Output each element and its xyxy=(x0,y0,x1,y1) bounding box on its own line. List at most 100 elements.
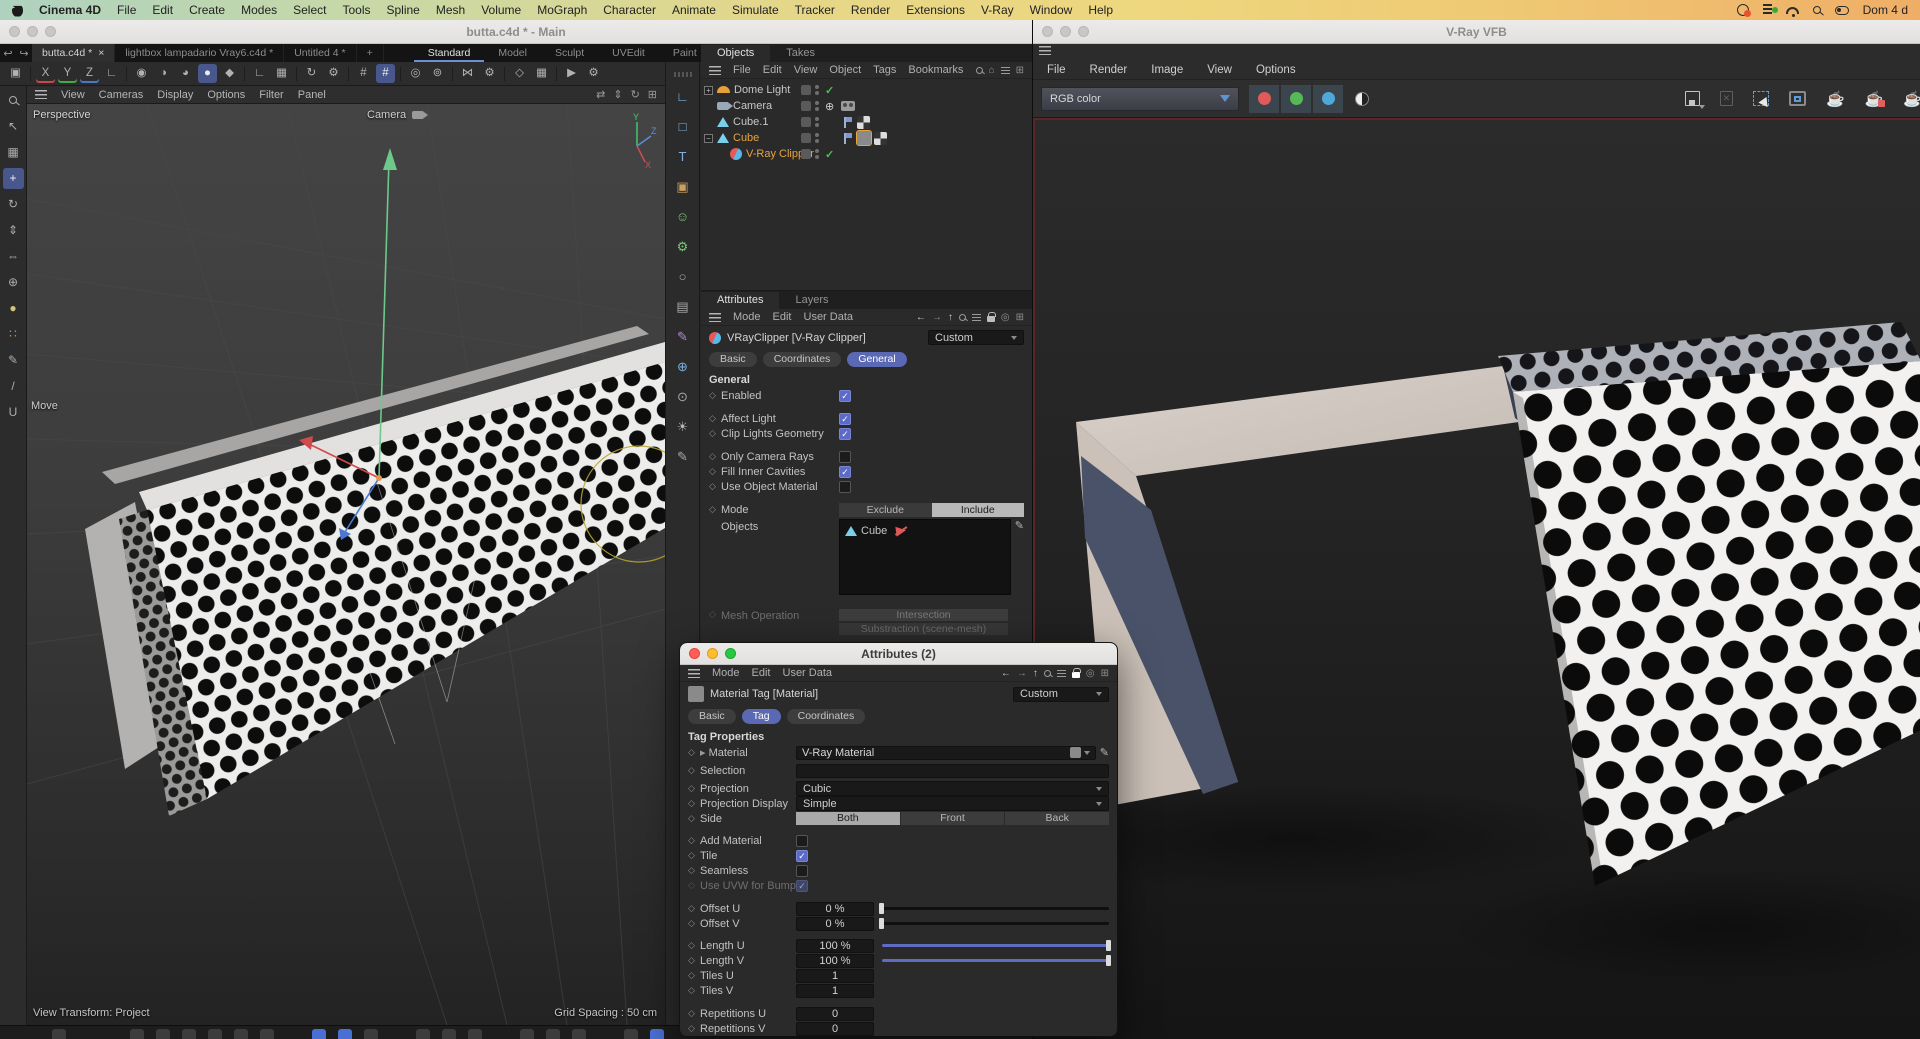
attr2-title-bar[interactable]: Attributes (2) xyxy=(680,643,1117,665)
phong-tag-icon[interactable] xyxy=(841,132,854,145)
projection-display-dropdown[interactable]: Simple xyxy=(796,796,1109,811)
lock-icon[interactable] xyxy=(987,316,995,322)
seamless-checkbox[interactable] xyxy=(796,865,808,877)
tool-settings-icon[interactable]: ⚙ xyxy=(480,64,499,83)
object-row-cube[interactable]: − Cube xyxy=(701,130,1032,146)
menu-character[interactable]: Character xyxy=(603,3,656,17)
length-u-value[interactable]: 100 % xyxy=(796,939,874,953)
menu-tracker[interactable]: Tracker xyxy=(795,3,835,17)
coordinate-system-icon[interactable]: ∟ xyxy=(102,64,121,83)
globe-command-icon[interactable]: ⊕ xyxy=(670,355,695,379)
side-both-button[interactable]: Both xyxy=(796,812,900,825)
render-icon[interactable]: ☕ xyxy=(1903,90,1920,108)
camera-dropdown-icon[interactable] xyxy=(412,111,424,119)
object-row-camera[interactable]: Camera ⊕ xyxy=(701,98,1032,114)
am-filter-icon[interactable] xyxy=(972,314,981,321)
chevron-down-icon[interactable] xyxy=(1084,751,1090,755)
timeline-button[interactable] xyxy=(208,1029,222,1039)
menu-simulate[interactable]: Simulate xyxy=(732,3,779,17)
vfb-menu-image[interactable]: Image xyxy=(1151,64,1183,76)
om-menu-tags[interactable]: Tags xyxy=(873,64,896,76)
layer-toggle[interactable] xyxy=(801,149,811,159)
timeline-button[interactable] xyxy=(572,1029,586,1039)
menu-vray[interactable]: V-Ray xyxy=(981,3,1014,17)
minimize-window-button[interactable] xyxy=(27,26,38,37)
grid-icon[interactable]: # xyxy=(354,64,373,83)
menu-mesh[interactable]: Mesh xyxy=(436,3,465,17)
text-command-icon[interactable]: T xyxy=(670,145,695,169)
timeline-button[interactable] xyxy=(156,1029,170,1039)
pill-coordinates[interactable]: Coordinates xyxy=(787,709,866,724)
c4d-title-bar[interactable]: butta.c4d * - Main xyxy=(0,20,1032,44)
menu-tools[interactable]: Tools xyxy=(342,3,370,17)
menu-spline[interactable]: Spline xyxy=(387,3,420,17)
up-icon[interactable]: ↑ xyxy=(948,312,953,323)
rotate-snap-icon[interactable]: ↻ xyxy=(302,64,321,83)
alpha-channel-icon[interactable] xyxy=(1355,92,1369,106)
om-layout-icon[interactable]: ⊞ xyxy=(1016,65,1024,76)
timeline-button[interactable] xyxy=(468,1029,482,1039)
pill-basic[interactable]: Basic xyxy=(688,709,736,724)
expand-arrow-icon[interactable]: ▸ xyxy=(700,747,709,759)
object-row-cube1[interactable]: Cube.1 xyxy=(701,114,1032,130)
snap-enable-icon[interactable]: # xyxy=(376,64,395,83)
symmetry-icon[interactable]: ⋈ xyxy=(458,64,477,83)
object-row-dome-light[interactable]: + Dome Light ✓ xyxy=(701,82,1032,98)
vp-menu-filter[interactable]: Filter xyxy=(259,89,283,101)
modeling-settings-icon[interactable]: ⚙ xyxy=(324,64,343,83)
null-object-icon[interactable]: ◇ xyxy=(510,64,529,83)
timeline-button[interactable] xyxy=(624,1029,638,1039)
only-camera-rays-checkbox[interactable] xyxy=(839,451,851,463)
render-last-icon[interactable]: ☕ xyxy=(1826,90,1845,108)
viewport-canvas[interactable]: Perspective Camera Y Z X Move View Trans… xyxy=(27,104,665,1025)
compositing-tag-icon[interactable] xyxy=(857,116,870,129)
tile-checkbox[interactable] xyxy=(796,850,808,862)
axis-z-lock-icon[interactable]: Z xyxy=(80,64,99,83)
viewport-hamburger-icon[interactable] xyxy=(35,90,47,99)
om-hamburger-icon[interactable] xyxy=(709,66,721,75)
om-menu-bookmarks[interactable]: Bookmarks xyxy=(908,64,963,76)
visibility-dots[interactable] xyxy=(815,85,819,95)
minimize-window-button[interactable] xyxy=(707,648,718,659)
om-search-icon[interactable] xyxy=(976,67,983,74)
layout-tab-uvedit[interactable]: UVEdit xyxy=(598,44,659,62)
am-search-icon[interactable] xyxy=(959,314,966,321)
preset-dropdown[interactable]: Custom xyxy=(928,330,1024,345)
menu-mograph[interactable]: MoGraph xyxy=(537,3,587,17)
length-v-slider[interactable] xyxy=(882,959,1109,962)
close-window-button[interactable] xyxy=(9,26,20,37)
layout-tab-standard[interactable]: Standard xyxy=(414,44,485,62)
undo-icon[interactable]: ↩ xyxy=(0,47,16,60)
attr2-filter-icon[interactable] xyxy=(1057,670,1066,677)
menu-window[interactable]: Window xyxy=(1030,3,1073,17)
render-settings-icon[interactable]: ⚙ xyxy=(584,64,603,83)
model-mode-icon[interactable]: ● xyxy=(198,64,217,83)
vp-menu-view[interactable]: View xyxy=(61,89,85,101)
enabled-check-icon[interactable]: ✓ xyxy=(825,148,834,161)
close-tab-icon[interactable]: × xyxy=(98,47,104,59)
vfb-hamburger-icon[interactable] xyxy=(1039,46,1051,55)
polygons-mode-icon[interactable]: ◕ xyxy=(176,64,195,83)
clipper-objects-list[interactable]: Cube xyxy=(839,519,1011,595)
vp-menu-options[interactable]: Options xyxy=(207,89,245,101)
vfb-menu-options[interactable]: Options xyxy=(1256,64,1296,76)
orbit-view-icon[interactable]: ↻ xyxy=(631,88,640,101)
minimize-window-button[interactable] xyxy=(1060,26,1071,37)
screen-record-icon[interactable] xyxy=(1737,4,1749,16)
menu-select[interactable]: Select xyxy=(293,3,326,17)
om-home-icon[interactable]: ⌂ xyxy=(989,65,995,76)
collapse-icon[interactable]: − xyxy=(704,134,713,143)
up-icon[interactable]: ↑ xyxy=(1033,668,1038,679)
generator-icon[interactable]: ▦ xyxy=(532,64,551,83)
axis-command-icon[interactable]: ∟ xyxy=(670,85,695,109)
selection-field[interactable] xyxy=(796,764,1109,778)
repetitions-v-value[interactable]: 0 xyxy=(796,1022,874,1036)
vp-menu-display[interactable]: Display xyxy=(157,89,193,101)
layer-toggle[interactable] xyxy=(801,133,811,143)
battery-level-icon[interactable] xyxy=(1763,4,1772,16)
menu-help[interactable]: Help xyxy=(1088,3,1113,17)
timeline-button[interactable] xyxy=(182,1029,196,1039)
axis-x-lock-icon[interactable]: X xyxy=(36,64,55,83)
om-menu-object[interactable]: Object xyxy=(829,64,861,76)
back-icon[interactable]: ← xyxy=(916,312,926,323)
